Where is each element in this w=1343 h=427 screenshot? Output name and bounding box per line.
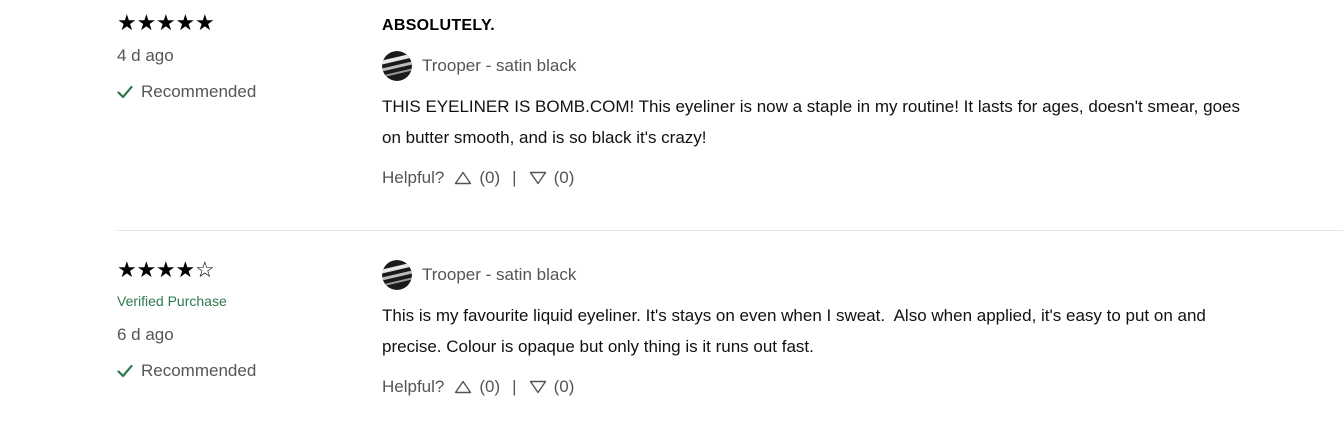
star-filled-icon: ★ <box>175 257 196 282</box>
helpful-bar: Helpful? (0) | (0) <box>382 376 1302 398</box>
star-rating: ★★★★☆ <box>117 259 357 281</box>
vote-up-button[interactable]: (0) <box>454 168 500 188</box>
star-filled-icon: ★ <box>117 257 137 282</box>
review-content: Trooper - satin black This is my favouri… <box>382 260 1302 398</box>
helpful-label: Helpful? <box>382 168 445 187</box>
vote-down-count: (0) <box>553 168 575 187</box>
verified-purchase-badge: Verified Purchase <box>117 293 227 309</box>
star-filled-icon: ★ <box>156 257 176 282</box>
vote-separator: | <box>512 377 517 396</box>
recommended-label: Recommended <box>117 361 357 381</box>
vote-up-button[interactable]: (0) <box>454 377 500 397</box>
check-icon <box>117 364 133 378</box>
review-body: This is my favourite liquid eyeliner. It… <box>382 306 1206 356</box>
review-date: 6 d ago <box>117 325 174 344</box>
vote-up-count: (0) <box>479 168 501 187</box>
vote-down-button[interactable]: (0) <box>529 168 575 188</box>
star-rating: ★★★★★ <box>117 12 357 34</box>
review-meta: ★★★★☆ Verified Purchase 6 d ago Recommen… <box>117 259 357 381</box>
triangle-down-icon <box>529 380 546 394</box>
helpful-label: Helpful? <box>382 377 445 396</box>
triangle-up-icon <box>455 380 472 394</box>
review-content: ABSOLUTELY. Trooper - satin black THIS E… <box>382 16 1302 189</box>
vote-separator: | <box>512 168 517 187</box>
helpful-bar: Helpful? (0) | (0) <box>382 167 1302 189</box>
vote-down-button[interactable]: (0) <box>529 377 575 397</box>
review-meta: ★★★★★ 4 d ago Recommended <box>117 12 357 102</box>
review-body: THIS EYELINER IS BOMB.COM! This eyeliner… <box>382 97 1240 147</box>
star-filled-icon: ★ <box>175 10 196 35</box>
star-filled-icon: ★ <box>156 10 176 35</box>
review-item: ★★★★☆ Verified Purchase 6 d ago Recommen… <box>0 231 1343 427</box>
triangle-down-icon <box>529 171 546 185</box>
star-filled-icon: ★ <box>136 257 157 282</box>
star-empty-icon: ☆ <box>195 257 215 282</box>
shade-name: Trooper - satin black <box>422 265 577 284</box>
vote-up-count: (0) <box>479 377 501 396</box>
star-filled-icon: ★ <box>117 10 137 35</box>
recommended-label: Recommended <box>117 82 357 102</box>
star-filled-icon: ★ <box>136 10 157 35</box>
review-headline: ABSOLUTELY. <box>382 17 495 34</box>
check-icon <box>117 85 133 99</box>
shade-info: Trooper - satin black <box>382 51 1302 81</box>
shade-info: Trooper - satin black <box>382 260 1302 290</box>
vote-down-count: (0) <box>553 377 575 396</box>
recommended-text: Recommended <box>141 82 257 101</box>
review-item: ★★★★★ 4 d ago Recommended ABSOLUTELY. Tr… <box>0 0 1343 230</box>
star-filled-icon: ★ <box>195 10 215 35</box>
shade-swatch-icon <box>382 51 412 81</box>
review-date: 4 d ago <box>117 46 174 65</box>
triangle-up-icon <box>455 171 472 185</box>
shade-name: Trooper - satin black <box>422 56 577 75</box>
recommended-text: Recommended <box>141 361 257 380</box>
shade-swatch-icon <box>382 260 412 290</box>
